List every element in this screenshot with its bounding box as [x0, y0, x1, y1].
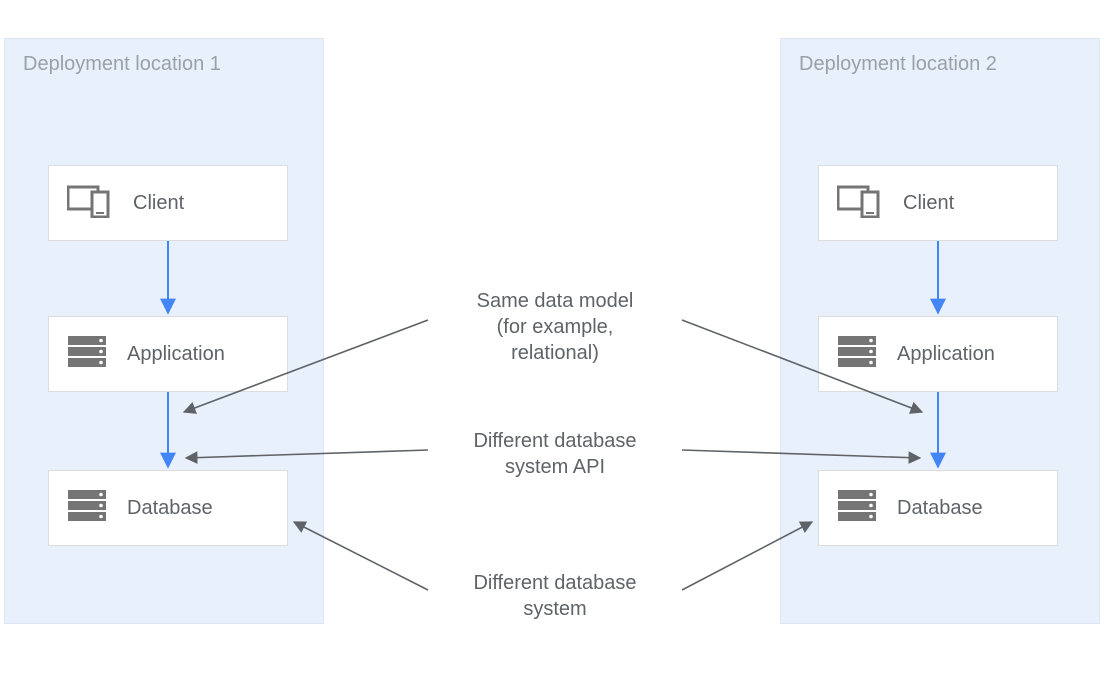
annotation-different-system: Different database system: [430, 570, 680, 622]
server-icon: [837, 335, 877, 374]
database-label: Database: [897, 497, 983, 520]
application-node-left: Application: [48, 316, 288, 392]
database-node-left: Database: [48, 470, 288, 546]
application-node-right: Application: [818, 316, 1058, 392]
application-label: Application: [127, 343, 225, 366]
application-label: Application: [897, 343, 995, 366]
client-label: Client: [133, 192, 184, 215]
client-devices-icon: [837, 184, 883, 223]
database-label: Database: [127, 497, 213, 520]
diagram-stage: Deployment location 1 Deployment locatio…: [0, 0, 1106, 684]
annotation-different-api: Different database system API: [430, 428, 680, 480]
client-node-left: Client: [48, 165, 288, 241]
database-icon: [837, 489, 877, 528]
server-icon: [67, 335, 107, 374]
region-2-title: Deployment location 2: [799, 53, 997, 76]
client-node-right: Client: [818, 165, 1058, 241]
database-node-right: Database: [818, 470, 1058, 546]
database-icon: [67, 489, 107, 528]
annotation-same-data-model: Same data model (for example, relational…: [430, 288, 680, 366]
client-devices-icon: [67, 184, 113, 223]
region-1-title: Deployment location 1: [23, 53, 221, 76]
client-label: Client: [903, 192, 954, 215]
